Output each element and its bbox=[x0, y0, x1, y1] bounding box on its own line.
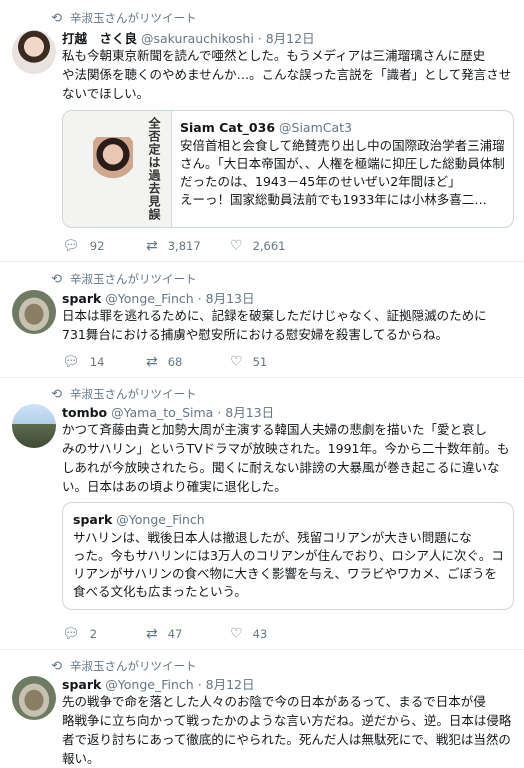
quoted-text-line: サハリンは、戦後日本人は撤退したが、残留コリアンが大きい問題にな bbox=[73, 530, 472, 545]
quoted-text-line: った。今もサハリンには3万人のコリアンが住んでおり、ロシア人に次ぐ。コ bbox=[73, 548, 504, 563]
quoted-text-line: さん。「大日本帝国が、、人権を極端に抑圧した総動員体制 bbox=[180, 156, 505, 171]
quoted-tweet-image[interactable]: 全否定は過去見誤 bbox=[63, 111, 172, 227]
retweet-icon: ⟲ bbox=[51, 386, 62, 402]
avatar[interactable] bbox=[12, 676, 56, 720]
quoted-text-line: リアンがサハリンの食べ物に大きく影響を与え、ワラビやワカメ、ごぼうを bbox=[73, 566, 498, 581]
quoted-text-line: 安倍首相と会食して絶賛売り出し中の国際政治学者三浦瑠 bbox=[180, 138, 505, 153]
retweet-button[interactable]: ⇄ 47 bbox=[146, 626, 230, 642]
reply-count: 92 bbox=[89, 239, 105, 253]
quoted-text-line: だったのは、1943－45年のせいぜい2年間ほど」 bbox=[180, 174, 461, 189]
tweet-date[interactable]: · 8月13日 bbox=[217, 405, 274, 420]
retweet-indicator: ⟲ 辛淑玉さんがリツイート bbox=[40, 658, 197, 674]
retweet-label: 辛淑玉さんがリツイート bbox=[70, 659, 197, 673]
retweet-indicator: ⟲ 辛淑玉さんがリツイート bbox=[40, 271, 197, 287]
like-button[interactable]: ♡ 43 bbox=[230, 626, 314, 642]
user-handle[interactable]: @Yonge_Finch bbox=[105, 677, 193, 692]
quoted-tweet[interactable]: 全否定は過去見誤 Siam Cat_036 @SiamCat3 安倍首相と会食し… bbox=[62, 110, 514, 228]
reply-count: 14 bbox=[89, 355, 105, 369]
retweet-icon: ⇄ bbox=[146, 626, 158, 642]
tweet-text: かつて斉藤由貴と加勢大周が主演する韓国人夫婦の悲劇を描いた「愛と哀し みのサハリ… bbox=[62, 422, 510, 494]
avatar[interactable] bbox=[12, 404, 56, 448]
tweet-3[interactable]: ⟲ 辛淑玉さんがリツイート tombo @Yama_to_Sima · 8月13… bbox=[0, 378, 524, 650]
quoted-user-name: Siam Cat_036 bbox=[180, 120, 276, 135]
quoted-user-handle: @Yonge_Finch bbox=[116, 512, 205, 527]
user-handle[interactable]: @Yonge_Finch bbox=[105, 291, 193, 306]
heart-icon: ♡ bbox=[230, 354, 243, 370]
retweet-label: 辛淑玉さんがリツイート bbox=[70, 11, 197, 25]
quoted-text-line: 食べる文化も広まったという。 bbox=[73, 584, 247, 599]
retweet-button[interactable]: ⇄ 68 bbox=[146, 354, 230, 370]
retweet-count: 68 bbox=[167, 355, 183, 369]
like-count: 51 bbox=[252, 355, 268, 369]
reply-count: 2 bbox=[89, 627, 98, 641]
retweet-count: 3,817 bbox=[167, 239, 201, 253]
tweet-text: 先の戦争で命を落とした人々のお陰で今の日本があるって、まるで日本が侵 略戦争に立… bbox=[62, 694, 512, 766]
retweet-icon: ⇄ bbox=[146, 238, 158, 254]
tweet-date[interactable]: · 8月13日 bbox=[198, 291, 255, 306]
tweet-date[interactable]: · 8月12日 bbox=[198, 677, 255, 692]
reply-button[interactable]: 💬︎ 2 bbox=[62, 626, 146, 642]
user-name[interactable]: spark bbox=[62, 291, 101, 306]
like-button[interactable]: ♡ 2,661 bbox=[230, 238, 314, 254]
retweet-count: 47 bbox=[167, 627, 183, 641]
user-name[interactable]: tombo bbox=[62, 405, 107, 420]
user-handle[interactable]: @sakurauchikoshi bbox=[141, 31, 254, 46]
reply-button[interactable]: 💬︎ 92 bbox=[62, 238, 146, 254]
heart-icon: ♡ bbox=[230, 238, 243, 254]
retweet-label: 辛淑玉さんがリツイート bbox=[70, 272, 197, 286]
heart-icon: ♡ bbox=[230, 626, 243, 642]
like-count: 2,661 bbox=[252, 239, 286, 253]
retweet-label: 辛淑玉さんがリツイート bbox=[70, 387, 197, 401]
retweet-icon: ⟲ bbox=[51, 658, 62, 674]
retweet-indicator: ⟲ 辛淑玉さんがリツイート bbox=[40, 386, 197, 402]
reply-icon: 💬︎ bbox=[62, 238, 80, 254]
tweet-1[interactable]: ⟲ 辛淑玉さんがリツイート 打越 さく良 @sakurauchikoshi · … bbox=[0, 0, 524, 262]
tweet-text: 私も今朝東京新聞を読んで唖然とした。もうメディアは三浦瑠璃さんに歴史 や法関係を… bbox=[62, 48, 512, 101]
retweet-button[interactable]: ⇄ 3,817 bbox=[146, 238, 230, 254]
user-handle[interactable]: @Yama_to_Sima bbox=[111, 405, 213, 420]
reply-button[interactable]: 💬︎ 14 bbox=[62, 354, 146, 370]
tweet-date[interactable]: · 8月12日 bbox=[258, 31, 315, 46]
quoted-text-line: えーっ！国家総動員法前でも1933年には小林多喜二… bbox=[180, 192, 487, 207]
like-count: 43 bbox=[252, 627, 268, 641]
newspaper-headline: 全否定は過去見誤 bbox=[147, 117, 161, 221]
retweet-indicator: ⟲ 辛淑玉さんがリツイート bbox=[40, 10, 197, 26]
quoted-user-handle: @SiamCat3 bbox=[279, 120, 353, 135]
retweet-icon: ⇄ bbox=[146, 354, 158, 370]
tweet-2[interactable]: ⟲ 辛淑玉さんがリツイート spark @Yonge_Finch · 8月13日… bbox=[0, 262, 524, 378]
avatar[interactable] bbox=[12, 290, 56, 334]
user-name[interactable]: spark bbox=[62, 677, 101, 692]
like-button[interactable]: ♡ 51 bbox=[230, 354, 314, 370]
quoted-user-name: spark bbox=[73, 512, 113, 527]
quoted-tweet[interactable]: spark @Yonge_Finch サハリンは、戦後日本人は撤退したが、残留コ… bbox=[62, 502, 514, 610]
reply-icon: 💬︎ bbox=[62, 354, 80, 370]
portrait-photo bbox=[93, 137, 133, 195]
tweet-text: 日本は罪を逃れるために、記録を破棄しただけじゃなく、証拠隠滅のために 731舞台… bbox=[62, 308, 487, 342]
reply-icon: 💬︎ bbox=[62, 626, 80, 642]
avatar[interactable] bbox=[12, 30, 56, 74]
tweet-4[interactable]: ⟲ 辛淑玉さんがリツイート spark @Yonge_Finch · 8月12日… bbox=[0, 650, 524, 766]
user-name[interactable]: 打越 さく良 bbox=[62, 31, 137, 46]
retweet-icon: ⟲ bbox=[51, 10, 62, 26]
retweet-icon: ⟲ bbox=[51, 271, 62, 287]
